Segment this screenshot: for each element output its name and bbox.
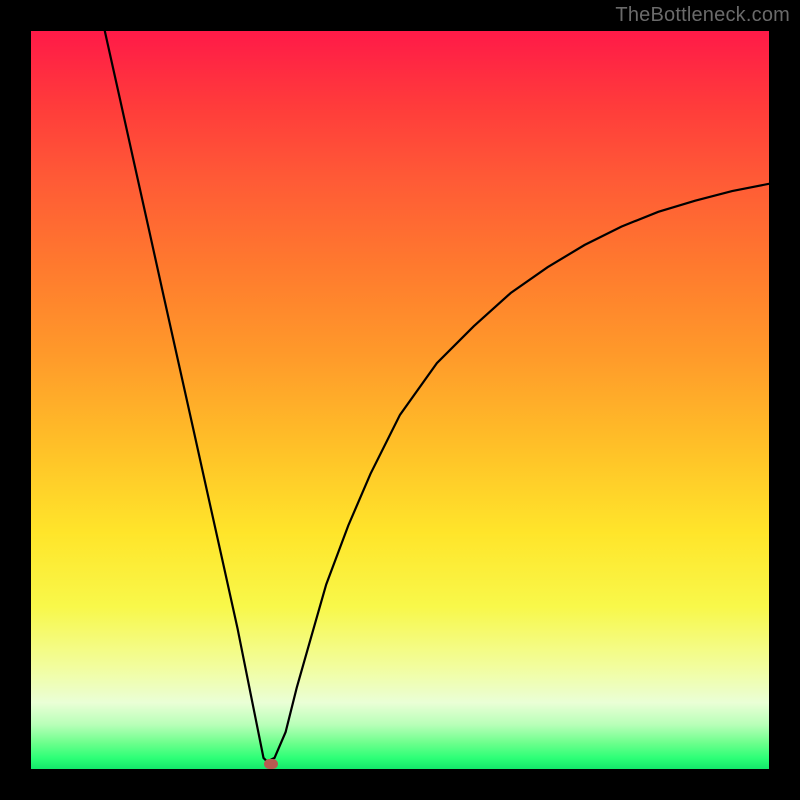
plot-area (31, 31, 769, 769)
outer-frame: TheBottleneck.com (0, 0, 800, 800)
minimum-marker (264, 759, 278, 769)
bottleneck-curve (31, 31, 769, 769)
watermark-text: TheBottleneck.com (615, 4, 790, 27)
